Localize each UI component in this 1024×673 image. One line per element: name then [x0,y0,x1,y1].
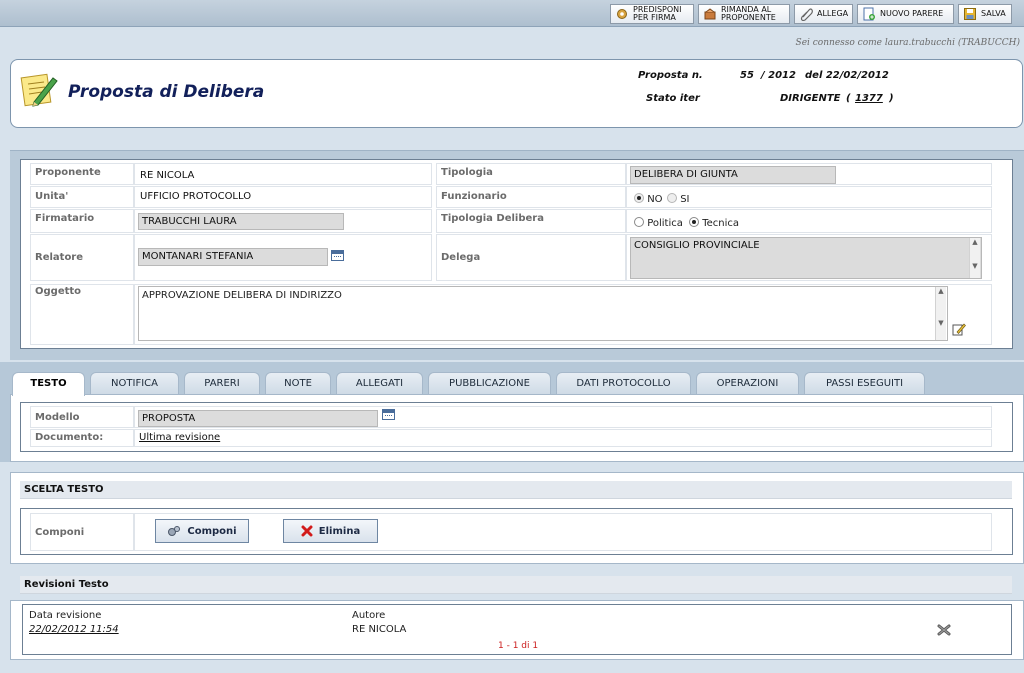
relatore-field: MONTANARI STEFANIA [138,248,328,266]
delega-scrollbar[interactable]: ▲ ▼ [969,238,980,278]
predisponi-per-firma-label: PREDISPONI PER FIRMA [633,5,682,22]
edit-document-icon [20,73,58,107]
oggetto-scrollbar[interactable]: ▲ ▼ [935,287,946,340]
proposta-date: del 22/02/2012 [805,70,889,81]
allega-label: ALLEGA [817,9,849,18]
revisioni-testo-title: Revisioni Testo [20,576,1012,594]
componi-label: Componi [35,527,85,538]
delete-icon [301,525,313,537]
tipologia-delibera-label: Tipologia Delibera [441,213,544,224]
componi-button[interactable]: Componi [155,519,249,543]
scelta-testo-title: SCELTA TESTO [20,481,1012,499]
new-document-icon [863,7,875,21]
funzionario-si-label: SI [680,194,690,205]
tab-testo[interactable]: TESTO [12,372,85,396]
edit-note-icon[interactable] [952,322,966,336]
tipologia-label: Tipologia [441,167,493,178]
stato-iter-link[interactable]: 1377 [855,93,883,104]
tab-allegati[interactable]: ALLEGATI [336,372,423,394]
unita-label: Unita' [35,191,69,202]
tab-pubblicazione[interactable]: PUBBLICAZIONE [428,372,551,394]
componi-value-cell [134,513,992,551]
delega-field: CONSIGLIO PROVINCIALE [630,237,982,279]
tecnica-radio[interactable] [689,217,699,227]
stato-close-paren: ) [889,93,894,104]
compose-gears-icon [168,526,181,536]
salva-button[interactable]: SALVA [958,4,1012,24]
politica-radio[interactable] [634,217,644,227]
delega-label: Delega [441,252,481,263]
firmatario-label: Firmatario [35,213,95,224]
proponente-label: Proponente [35,167,101,178]
col-data-revisione: Data revisione [29,610,102,621]
firmatario-field: TRABUCCHI LAURA [138,213,344,230]
proponente-value: RE NICOLA [140,170,195,181]
page-title: Proposta di Delibera [68,82,265,102]
documento-label: Documento: [35,432,104,443]
calendar-icon[interactable] [382,409,395,420]
predisponi-per-firma-button[interactable]: PREDISPONI PER FIRMA [610,4,694,24]
tab-notifica[interactable]: NOTIFICA [90,372,179,394]
modello-label: Modello [35,412,80,423]
funzionario-label: Funzionario [441,191,507,202]
proposta-label: Proposta n. [638,70,703,81]
tecnica-option[interactable]: Tecnica [689,217,739,229]
rimanda-al-proponente-button[interactable]: RIMANDA AL PROPONENTE [698,4,790,24]
proposta-number: 55 [740,70,754,81]
componi-button-label: Componi [187,525,237,537]
oggetto-textarea[interactable]: APPROVAZIONE DELIBERA DI INDIRIZZO [138,286,948,341]
oggetto-label: Oggetto [35,286,82,297]
tab-note[interactable]: NOTE [265,372,331,394]
rimanda-al-proponente-label: RIMANDA AL PROPONENTE [721,5,776,22]
allega-button[interactable]: ALLEGA [794,4,853,24]
return-icon [704,8,716,20]
politica-label: Politica [647,218,683,229]
tab-pareri[interactable]: PARERI [184,372,260,394]
funzionario-no-option[interactable]: NO [634,193,663,205]
tecnica-label: Tecnica [702,218,739,229]
logged-user-text: Sei connesso come laura.trabucchi (TRABU… [795,38,1020,48]
modello-field: PROPOSTA [138,410,378,427]
revisione-date-link[interactable]: 22/02/2012 11:54 [29,624,119,635]
elimina-button[interactable]: Elimina [283,519,378,543]
oggetto-value: APPROVAZIONE DELIBERA DI INDIRIZZO [142,290,342,301]
revisione-autore: RE NICOLA [352,624,407,635]
salva-label: SALVA [981,9,1006,18]
relatore-label: Relatore [35,252,84,263]
top-toolbar: PREDISPONI PER FIRMA RIMANDA AL PROPONEN… [0,0,1024,27]
paperclip-icon [800,8,813,21]
stato-iter-value: DIRIGENTE [780,93,841,104]
elimina-button-label: Elimina [318,525,361,537]
pager-text: 1 - 1 di 1 [498,641,539,651]
nuovo-parere-button[interactable]: NUOVO PARERE [857,4,954,24]
unita-value: UFFICIO PROTOCOLLO [140,191,252,202]
tipologia-field: DELIBERA DI GIUNTA [630,166,836,184]
funzionario-si-option[interactable]: SI [667,193,689,205]
documento-value-cell [134,429,992,447]
proposta-year: / 2012 [761,70,796,81]
tab-passi-eseguiti[interactable]: PASSI ESEGUITI [804,372,925,394]
tab-operazioni[interactable]: OPERAZIONI [696,372,799,394]
funzionario-no-label: NO [647,194,663,205]
col-autore: Autore [352,610,386,621]
funzionario-no-radio[interactable] [634,193,644,203]
stato-iter-label: Stato iter [646,93,700,104]
gear-icon [617,9,627,19]
delete-revision-icon[interactable] [937,623,951,637]
save-icon [964,8,976,20]
delega-value: CONSIGLIO PROVINCIALE [634,240,760,251]
ultima-revisione-link[interactable]: Ultima revisione [139,432,220,443]
calendar-icon[interactable] [331,250,344,261]
tab-dati-protocollo[interactable]: DATI PROTOCOLLO [556,372,691,394]
funzionario-si-radio[interactable] [667,193,677,203]
stato-open-paren: ( [846,93,851,104]
politica-option[interactable]: Politica [634,217,683,229]
nuovo-parere-label: NUOVO PARERE [880,9,944,18]
